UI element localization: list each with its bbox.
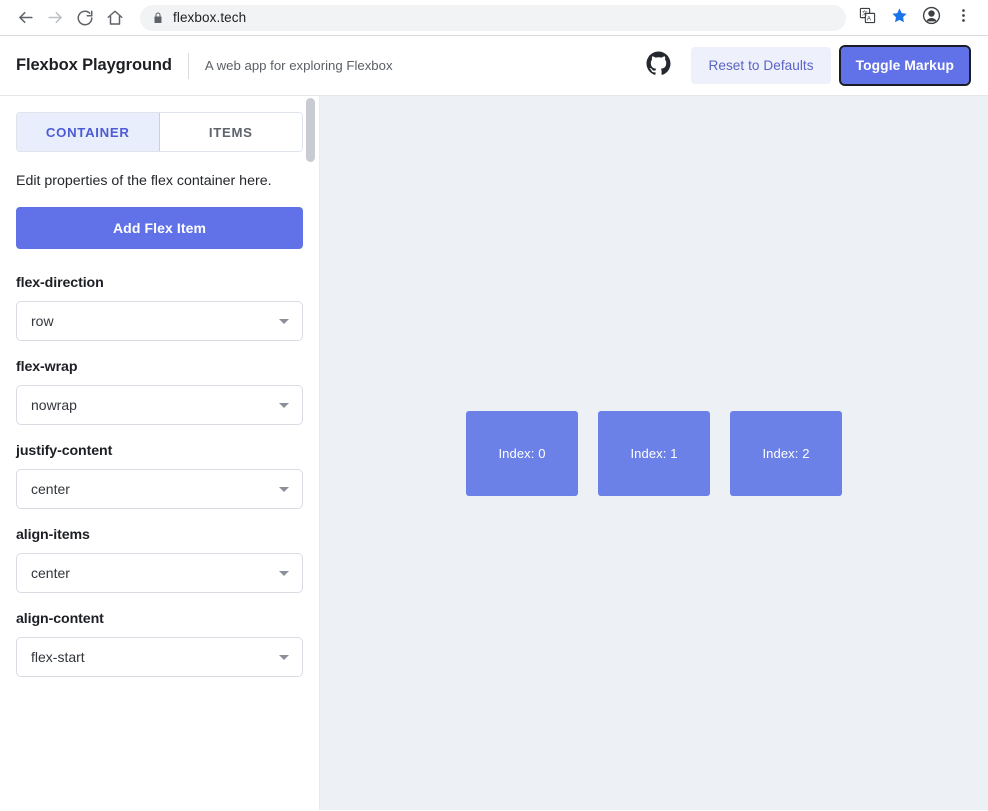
sidebar-panel: CONTAINER ITEMS Edit properties of the f… xyxy=(0,96,320,810)
select-justify-content-value[interactable]: center xyxy=(16,469,303,510)
profile-button[interactable] xyxy=(916,3,946,33)
sidebar-description: Edit properties of the flex container he… xyxy=(16,173,272,189)
select-align-content-value[interactable]: flex-start xyxy=(16,637,303,678)
select-flex-wrap[interactable]: nowrap xyxy=(16,385,303,426)
bookmark-button[interactable] xyxy=(884,3,914,33)
title-divider xyxy=(187,52,189,79)
github-icon xyxy=(646,51,671,81)
lock-icon xyxy=(152,12,164,24)
flex-item[interactable]: Index: 1 xyxy=(598,410,710,496)
sidebar-content: CONTAINER ITEMS Edit properties of the f… xyxy=(0,96,319,711)
star-bookmark-icon xyxy=(891,7,908,29)
select-flex-direction-value[interactable]: row xyxy=(16,301,303,342)
tab-container[interactable]: CONTAINER xyxy=(17,113,160,151)
select-align-content[interactable]: flex-start xyxy=(16,637,303,678)
svg-text:文: 文 xyxy=(861,8,867,16)
flex-preview-area: Index: 0 Index: 1 Index: 2 xyxy=(320,96,988,810)
url-text: flexbox.tech xyxy=(173,10,247,25)
address-bar[interactable]: flexbox.tech xyxy=(140,4,846,31)
label-flex-wrap: flex-wrap xyxy=(16,359,78,376)
field-align-content: align-content flex-start xyxy=(16,611,304,678)
add-flex-item-button[interactable]: Add Flex Item xyxy=(16,207,303,250)
sidebar-scrollbar[interactable] xyxy=(306,96,315,810)
profile-avatar-icon xyxy=(922,6,941,30)
field-flex-wrap: flex-wrap nowrap xyxy=(16,359,304,426)
select-flex-wrap-value[interactable]: nowrap xyxy=(16,385,303,426)
browser-menu-button[interactable] xyxy=(948,3,978,33)
back-arrow-icon xyxy=(16,8,35,27)
label-justify-content: justify-content xyxy=(16,443,113,460)
sidebar-tabs: CONTAINER ITEMS xyxy=(16,112,303,152)
forward-arrow-icon xyxy=(46,8,65,27)
select-align-items[interactable]: center xyxy=(16,553,303,594)
select-align-items-value[interactable]: center xyxy=(16,553,303,594)
browser-actions: A 文 xyxy=(852,3,978,33)
home-icon xyxy=(106,9,124,27)
home-button[interactable] xyxy=(100,3,130,33)
translate-icon: A 文 xyxy=(859,7,876,29)
field-align-items: align-items center xyxy=(16,527,304,594)
reload-icon xyxy=(76,9,94,27)
select-flex-direction[interactable]: row xyxy=(16,301,303,342)
label-flex-direction: flex-direction xyxy=(16,275,104,292)
toggle-markup-button[interactable]: Toggle Markup xyxy=(838,45,972,86)
browser-toolbar: flexbox.tech A 文 xyxy=(0,0,988,36)
field-flex-direction: flex-direction row xyxy=(16,275,304,342)
forward-button[interactable] xyxy=(40,3,70,33)
page-subtitle: A web app for exploring Flexbox xyxy=(204,58,393,73)
reload-button[interactable] xyxy=(70,3,100,33)
reset-to-defaults-button[interactable]: Reset to Defaults xyxy=(691,47,831,84)
translate-button[interactable]: A 文 xyxy=(852,3,882,33)
flex-item[interactable]: Index: 2 xyxy=(730,410,842,496)
back-button[interactable] xyxy=(10,3,40,33)
sidebar-scrollbar-thumb[interactable] xyxy=(306,98,315,162)
label-align-items: align-items xyxy=(16,527,90,544)
select-justify-content[interactable]: center xyxy=(16,469,303,510)
main-content: CONTAINER ITEMS Edit properties of the f… xyxy=(0,96,988,810)
github-link[interactable] xyxy=(639,47,677,85)
three-dot-menu-icon xyxy=(955,7,972,29)
field-justify-content: justify-content center xyxy=(16,443,304,510)
flex-item[interactable]: Index: 0 xyxy=(466,410,578,496)
app-header: Flexbox Playground A web app for explori… xyxy=(0,36,988,96)
page-title: Flexbox Playground xyxy=(16,56,172,74)
header-actions: Reset to Defaults Toggle Markup xyxy=(639,45,972,86)
tab-items[interactable]: ITEMS xyxy=(159,113,302,151)
label-align-content: align-content xyxy=(16,611,104,628)
